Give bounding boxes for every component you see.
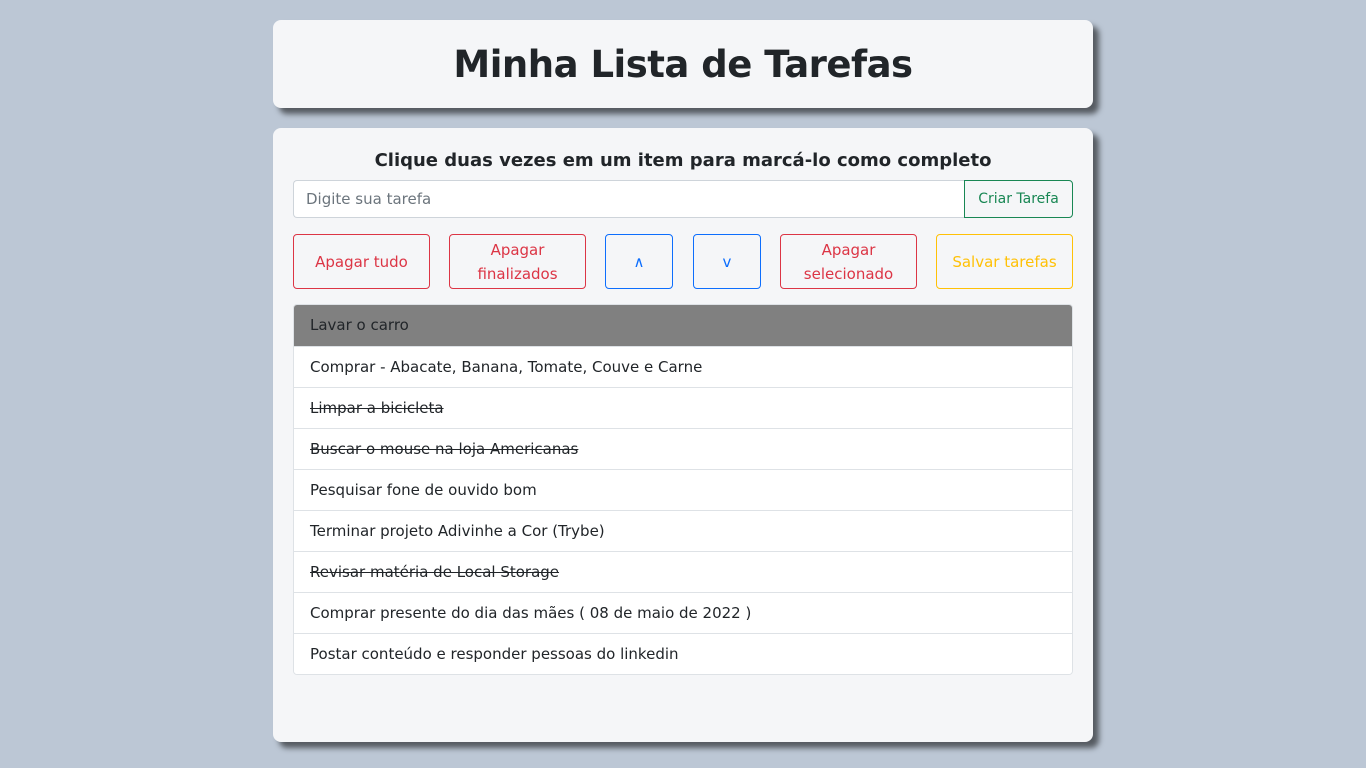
task-input-group: Criar Tarefa: [293, 180, 1073, 218]
task-item[interactable]: Postar conteúdo e responder pessoas do l…: [294, 633, 1072, 674]
action-buttons: Apagar tudo Apagar finalizados ∧ v Apaga…: [293, 234, 1073, 289]
clear-all-button[interactable]: Apagar tudo: [293, 234, 430, 289]
move-up-button[interactable]: ∧: [605, 234, 673, 289]
clear-completed-button[interactable]: Apagar finalizados: [449, 234, 586, 289]
task-input[interactable]: [293, 180, 964, 218]
page-title: Minha Lista de Tarefas: [453, 42, 913, 86]
task-item[interactable]: Limpar a bicicleta: [294, 387, 1072, 428]
task-item[interactable]: Comprar - Abacate, Banana, Tomate, Couve…: [294, 346, 1072, 387]
create-task-button[interactable]: Criar Tarefa: [964, 180, 1073, 218]
task-item[interactable]: Terminar projeto Adivinhe a Cor (Trybe): [294, 510, 1072, 551]
task-item[interactable]: Pesquisar fone de ouvido bom: [294, 469, 1072, 510]
main-card: Clique duas vezes em um item para marcá-…: [273, 128, 1093, 742]
task-list: Lavar o carro Comprar - Abacate, Banana, …: [293, 304, 1073, 675]
task-item[interactable]: Revisar matéria de Local Storage: [294, 551, 1072, 592]
header-card: Minha Lista de Tarefas: [273, 20, 1093, 108]
remove-selected-button[interactable]: Apagar selecionado: [780, 234, 917, 289]
task-item[interactable]: Comprar presente do dia das mães ( 08 de…: [294, 592, 1072, 633]
instructions-text: Clique duas vezes em um item para marcá-…: [374, 150, 992, 171]
task-item[interactable]: Lavar o carro: [294, 305, 1072, 346]
task-item[interactable]: Buscar o mouse na loja Americanas: [294, 428, 1072, 469]
save-tasks-button[interactable]: Salvar tarefas: [936, 234, 1073, 289]
move-down-button[interactable]: v: [693, 234, 761, 289]
